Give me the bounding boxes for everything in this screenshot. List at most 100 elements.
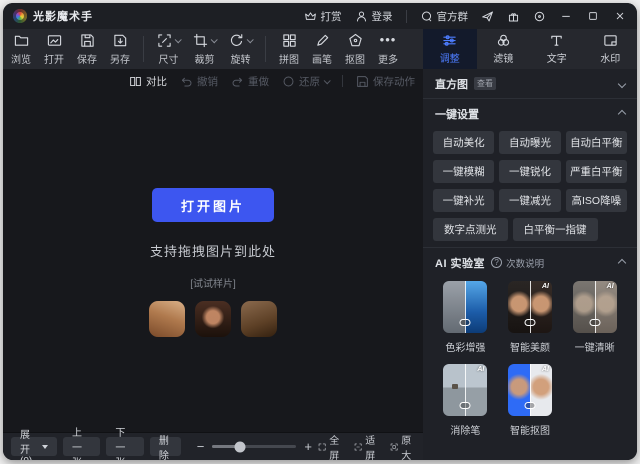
save-action-icon [356, 75, 369, 88]
white-balance-one-key-button[interactable]: 白平衡一指键 [513, 218, 598, 241]
titlebar: 光影魔术手 打赏 登录 官方群 [3, 3, 637, 29]
next-label: 下一张 [115, 424, 134, 460]
size-dropdown-caret[interactable] [175, 36, 182, 43]
onekey-blur-button[interactable]: 一键模糊 [433, 160, 494, 183]
crop-dropdown-caret[interactable] [211, 36, 218, 43]
open-button[interactable]: 打开 [44, 33, 64, 66]
tab-watermark[interactable]: 水印 [584, 29, 638, 69]
onekey-section-header[interactable]: 一键设置 [423, 99, 637, 128]
tab-text[interactable]: 文字 [530, 29, 584, 69]
crop-button[interactable]: 裁剪 [193, 33, 216, 66]
undo-button: 撤销 [180, 74, 218, 89]
open-image-button[interactable]: 打开图片 [152, 188, 274, 222]
histogram-badge[interactable]: 查看 [474, 77, 496, 90]
ai-smart-cutout-card[interactable]: AI 智能抠图 [498, 364, 563, 437]
save-icon [80, 33, 95, 48]
fit-screen-label: 适屏 [365, 432, 379, 461]
ai-color-enhance-card[interactable]: 色彩增强 [433, 281, 498, 354]
ai-feature-grid: 色彩增强 AI 智能美颜 [423, 277, 637, 441]
zoom-in-button[interactable] [304, 440, 312, 453]
ai-smart-beauty-card[interactable]: AI 智能美颜 [498, 281, 563, 354]
crop-label: 裁剪 [195, 51, 215, 66]
toolbar-divider [143, 36, 144, 62]
sample-image-2[interactable] [195, 301, 231, 337]
tab-adjust[interactable]: 调整 [423, 29, 477, 69]
fullscreen-icon [318, 441, 326, 453]
ai-one-key-clarity-card[interactable]: AI 一键清晰 [562, 281, 627, 354]
drop-zone[interactable]: 打开图片 支持拖拽图片到此处 [试试样片] [3, 93, 423, 432]
compare-button[interactable]: 对比 [129, 74, 167, 89]
onekey-fill-light-button[interactable]: 一键补光 [433, 189, 494, 212]
ai-feature-label: 消除笔 [450, 422, 480, 437]
brush-button[interactable]: 画笔 [312, 33, 332, 66]
original-size-label: 原大 [401, 432, 415, 461]
zoom-slider-handle[interactable] [235, 441, 246, 452]
original-size-button[interactable]: 原大 [390, 432, 415, 461]
compare-handle-icon [589, 319, 600, 326]
save-button[interactable]: 保存 [77, 33, 97, 66]
compare-handle-icon [524, 402, 535, 409]
ai-lab-section-header[interactable]: AI 实验室 次数说明 [423, 248, 637, 277]
original-size-icon [390, 441, 398, 453]
rotate-dropdown-caret[interactable] [247, 36, 254, 43]
compare-label: 对比 [146, 74, 167, 89]
close-button[interactable] [613, 9, 627, 23]
before-after-thumbnail [443, 281, 487, 333]
cutout-button[interactable]: 抠图 [345, 33, 365, 66]
collage-button[interactable]: 拼图 [279, 33, 299, 66]
size-button[interactable]: 尺寸 [157, 33, 180, 66]
ai-eraser-pen-card[interactable]: AI 消除笔 [433, 364, 498, 437]
ai-lab-title: AI 实验室 [435, 255, 485, 271]
settings-button[interactable] [533, 10, 546, 23]
severe-white-balance-button[interactable]: 严重白平衡 [566, 160, 627, 183]
onekey-buttons: 自动美化 自动曝光 自动白平衡 一键模糊 一键锐化 严重白平衡 一键补光 一键减… [423, 128, 637, 247]
ai-feature-label: 一键清晰 [575, 339, 615, 354]
prev-button[interactable]: 上一张 [63, 437, 100, 456]
delete-button[interactable]: 删除 [150, 437, 181, 456]
redo-label: 重做 [248, 74, 269, 89]
more-button[interactable]: ••• 更多 [378, 33, 398, 66]
sliders-icon [442, 33, 457, 48]
tab-adjust-label: 调整 [440, 50, 460, 65]
chevron-up-icon[interactable] [618, 109, 626, 117]
maximize-button[interactable] [586, 9, 600, 23]
onekey-sharpen-button[interactable]: 一键锐化 [499, 160, 560, 183]
digital-spot-metering-button[interactable]: 数字点测光 [433, 218, 508, 241]
tab-text-label: 文字 [547, 50, 567, 65]
login-button[interactable]: 登录 [355, 9, 393, 24]
delete-label: 删除 [159, 432, 172, 461]
tab-filters[interactable]: 滤镜 [477, 29, 531, 69]
save-as-button[interactable]: 另存 [110, 33, 130, 66]
samples-label: [试试样片] [190, 275, 236, 290]
sample-image-1[interactable] [149, 301, 185, 337]
expand-button[interactable]: 展开(0) [11, 437, 57, 456]
chevron-up-icon[interactable] [618, 258, 626, 266]
sample-image-3[interactable] [241, 301, 277, 337]
ai-usage-label[interactable]: 次数说明 [506, 256, 544, 270]
zoom-slider[interactable] [212, 445, 296, 448]
undo-label: 撤销 [197, 74, 218, 89]
browse-button[interactable]: 浏览 [11, 33, 31, 66]
image-icon [47, 33, 62, 48]
rotate-button[interactable]: 旋转 [229, 33, 252, 66]
fit-screen-button[interactable]: 适屏 [354, 432, 379, 461]
help-icon[interactable] [491, 257, 502, 268]
right-panel: 直方图 查看 一键设置 自动美化 自动曝光 自动白平衡 一键模糊 一键锐化 严重… [423, 69, 637, 460]
share-button[interactable] [481, 10, 494, 23]
high-iso-denoise-button[interactable]: 高ISO降噪 [566, 189, 627, 212]
save-as-icon [113, 33, 128, 48]
zoom-out-button[interactable] [197, 440, 205, 453]
brush-label: 画笔 [312, 51, 332, 66]
chevron-down-icon[interactable] [618, 79, 626, 87]
next-button[interactable]: 下一张 [106, 437, 143, 456]
minimize-button[interactable] [559, 9, 573, 23]
fullscreen-button[interactable]: 全屏 [318, 432, 343, 461]
gift-button[interactable] [507, 10, 520, 23]
auto-white-balance-button[interactable]: 自动白平衡 [566, 131, 627, 154]
onekey-dim-light-button[interactable]: 一键减光 [499, 189, 560, 212]
histogram-section-header[interactable]: 直方图 查看 [423, 69, 637, 98]
auto-exposure-button[interactable]: 自动曝光 [499, 131, 560, 154]
official-group-button[interactable]: 官方群 [420, 9, 469, 24]
auto-beautify-button[interactable]: 自动美化 [433, 131, 494, 154]
reward-button[interactable]: 打赏 [304, 9, 342, 24]
